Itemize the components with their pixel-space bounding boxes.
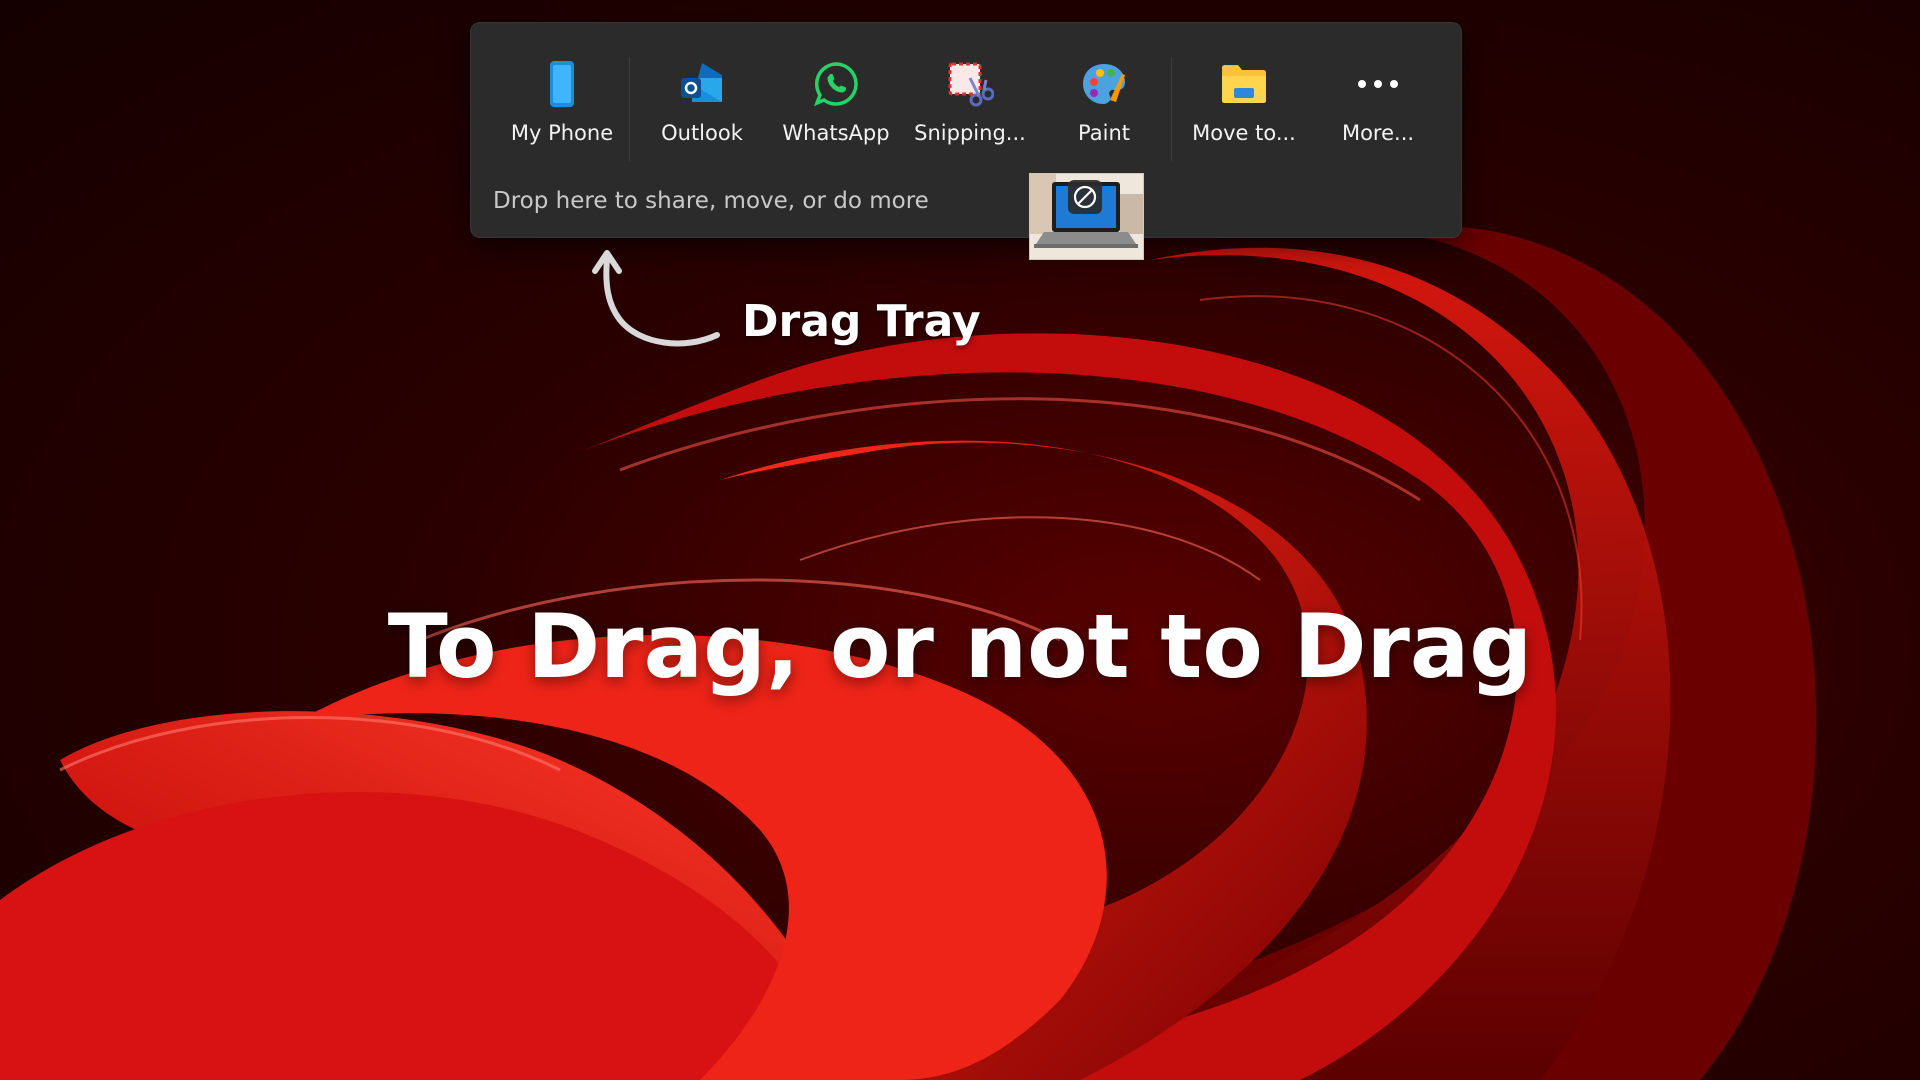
drag-tray-app-row: My Phone Outlook WhatsApp Snipping... Pa… <box>471 23 1461 171</box>
more-dots-icon <box>1353 59 1403 109</box>
app-label: Move to... <box>1192 121 1296 145</box>
divider <box>1171 57 1172 161</box>
app-label: More... <box>1341 121 1415 145</box>
app-outlook[interactable]: Outlook <box>635 23 769 171</box>
app-label: Outlook <box>661 121 743 145</box>
folder-icon <box>1219 59 1269 109</box>
no-drop-icon <box>1073 185 1097 209</box>
paint-palette-icon <box>1079 59 1129 109</box>
annotation-label: Drag Tray <box>742 296 981 347</box>
headline-title: To Drag, or not to Drag <box>387 595 1533 698</box>
app-whatsapp[interactable]: WhatsApp <box>769 23 903 171</box>
whatsapp-icon <box>811 59 861 109</box>
app-snipping-tool[interactable]: Snipping... <box>903 23 1037 171</box>
drag-tray[interactable]: My Phone Outlook WhatsApp Snipping... Pa… <box>470 22 1462 238</box>
phone-icon <box>537 59 587 109</box>
app-more[interactable]: More... <box>1311 23 1445 171</box>
curved-arrow-icon <box>592 250 720 347</box>
app-my-phone[interactable]: My Phone <box>495 23 629 171</box>
app-paint[interactable]: Paint <box>1037 23 1171 171</box>
app-label: WhatsApp <box>782 121 890 145</box>
app-label: My Phone <box>510 121 614 145</box>
app-label: Snipping... <box>914 121 1026 145</box>
divider <box>629 57 630 161</box>
app-label: Paint <box>1078 121 1130 145</box>
app-move-to[interactable]: Move to... <box>1177 23 1311 171</box>
outlook-icon <box>677 59 727 109</box>
snipping-tool-icon <box>945 59 995 109</box>
drop-hint-text: Drop here to share, move, or do more <box>493 188 929 214</box>
dragged-item-thumbnail[interactable] <box>1029 173 1144 260</box>
